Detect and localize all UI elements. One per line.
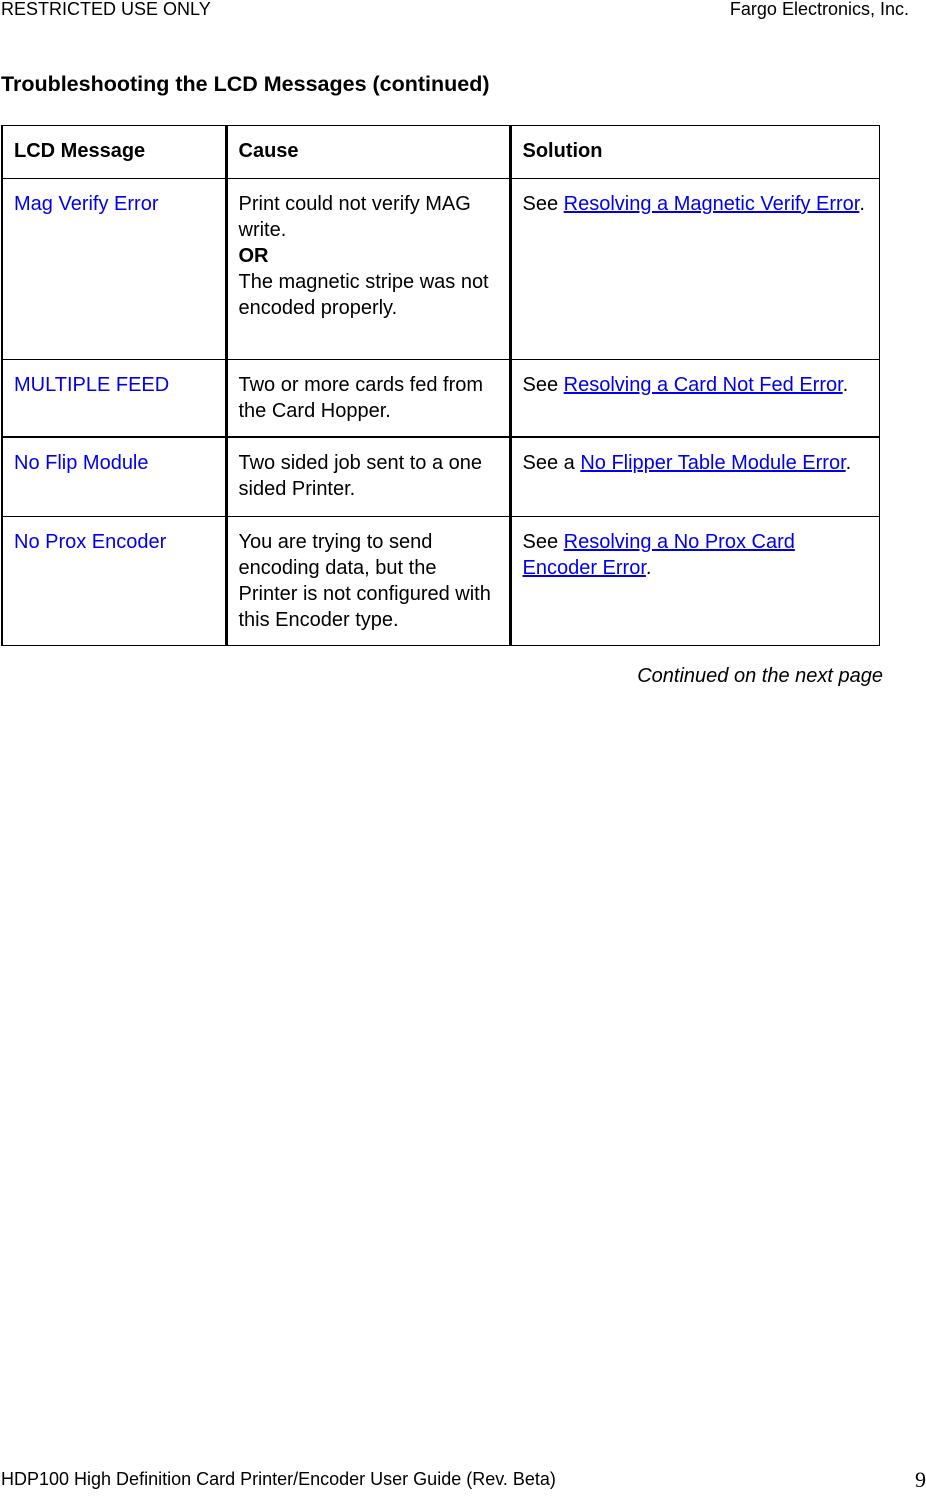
solution-cell: See Resolving a No Prox Card Encoder Err…	[508, 516, 880, 646]
header-company: Fargo Electronics, Inc.	[729, 0, 909, 19]
lcd-message-cell: Mag Verify Error	[1, 178, 227, 360]
solution-link-no-prox-card-encoder-error[interactable]: Resolving a No Prox Card Encoder Error	[523, 531, 795, 579]
solution-cell: See Resolving a Magnetic Verify Error.	[508, 178, 880, 360]
lcd-message-cell: No Flip Module	[1, 436, 227, 517]
solution-prefix: See a	[522, 452, 581, 474]
table-row: No Prox Encoder You are trying to send e…	[1, 516, 880, 646]
lcd-message: Mag Verify Error	[14, 193, 159, 215]
cause-text: Print could not verify MAG write.	[238, 193, 471, 241]
solution-suffix: .	[859, 193, 865, 215]
cause-cell: Print could not verify MAG write. OR The…	[224, 178, 511, 360]
solution-prefix: See	[522, 374, 564, 396]
solution-prefix: See	[522, 193, 564, 215]
solution-cell: See Resolving a Card Not Fed Error.	[508, 359, 880, 438]
cause-cell: Two sided job sent to a one sided Printe…	[224, 436, 511, 517]
column-header-cause: Cause	[224, 125, 511, 179]
lcd-message: MULTIPLE FEED	[14, 374, 170, 396]
lcd-message-cell: No Prox Encoder	[1, 516, 227, 646]
cause-text: The magnetic stripe was not encoded prop…	[238, 271, 489, 319]
cause-text: You are trying to send encoding data, bu…	[238, 531, 491, 631]
solution-prefix: See	[522, 531, 564, 553]
cause-or: OR	[238, 245, 269, 267]
solution-cell: See a No Flipper Table Module Error.	[508, 436, 880, 517]
table-row: MULTIPLE FEED Two or more cards fed from…	[1, 359, 880, 438]
page-number: 9	[915, 1467, 926, 1492]
table-header-row: LCD Message Cause Solution	[1, 125, 880, 179]
page-title: Troubleshooting the LCD Messages (contin…	[1, 72, 490, 96]
column-header-lcd-message: LCD Message	[1, 125, 227, 179]
cause-cell: You are trying to send encoding data, bu…	[224, 516, 511, 646]
footer-guide-title: HDP100 High Definition Card Printer/Enco…	[1, 1469, 556, 1489]
cause-text: Two or more cards fed from the Card Hopp…	[238, 374, 484, 422]
solution-link-card-not-fed-error[interactable]: Resolving a Card Not Fed Error	[564, 374, 843, 396]
continued-note: Continued on the next page	[637, 665, 883, 687]
cause-cell: Two or more cards fed from the Card Hopp…	[224, 359, 511, 438]
column-header-solution: Solution	[508, 125, 880, 179]
lcd-message: No Flip Module	[14, 452, 149, 474]
solution-suffix: .	[845, 452, 852, 474]
lcd-message: No Prox Encoder	[14, 531, 167, 553]
solution-link-magnetic-verify-error[interactable]: Resolving a Magnetic Verify Error	[564, 193, 860, 215]
table-row: No Flip Module Two sided job sent to a o…	[1, 436, 880, 517]
solution-suffix: .	[645, 557, 652, 579]
lcd-messages-table: LCD Message Cause Solution Mag Verify Er…	[1, 125, 880, 646]
cause-text: Two sided job sent to a one sided Printe…	[238, 452, 483, 500]
header-restricted: RESTRICTED USE ONLY	[1, 0, 211, 19]
table-row: Mag Verify Error Print could not verify …	[1, 178, 880, 360]
solution-link-no-flipper-table-module-error[interactable]: No Flipper Table Module Error	[580, 452, 845, 474]
solution-suffix: .	[842, 374, 849, 396]
lcd-message-cell: MULTIPLE FEED	[1, 359, 227, 438]
